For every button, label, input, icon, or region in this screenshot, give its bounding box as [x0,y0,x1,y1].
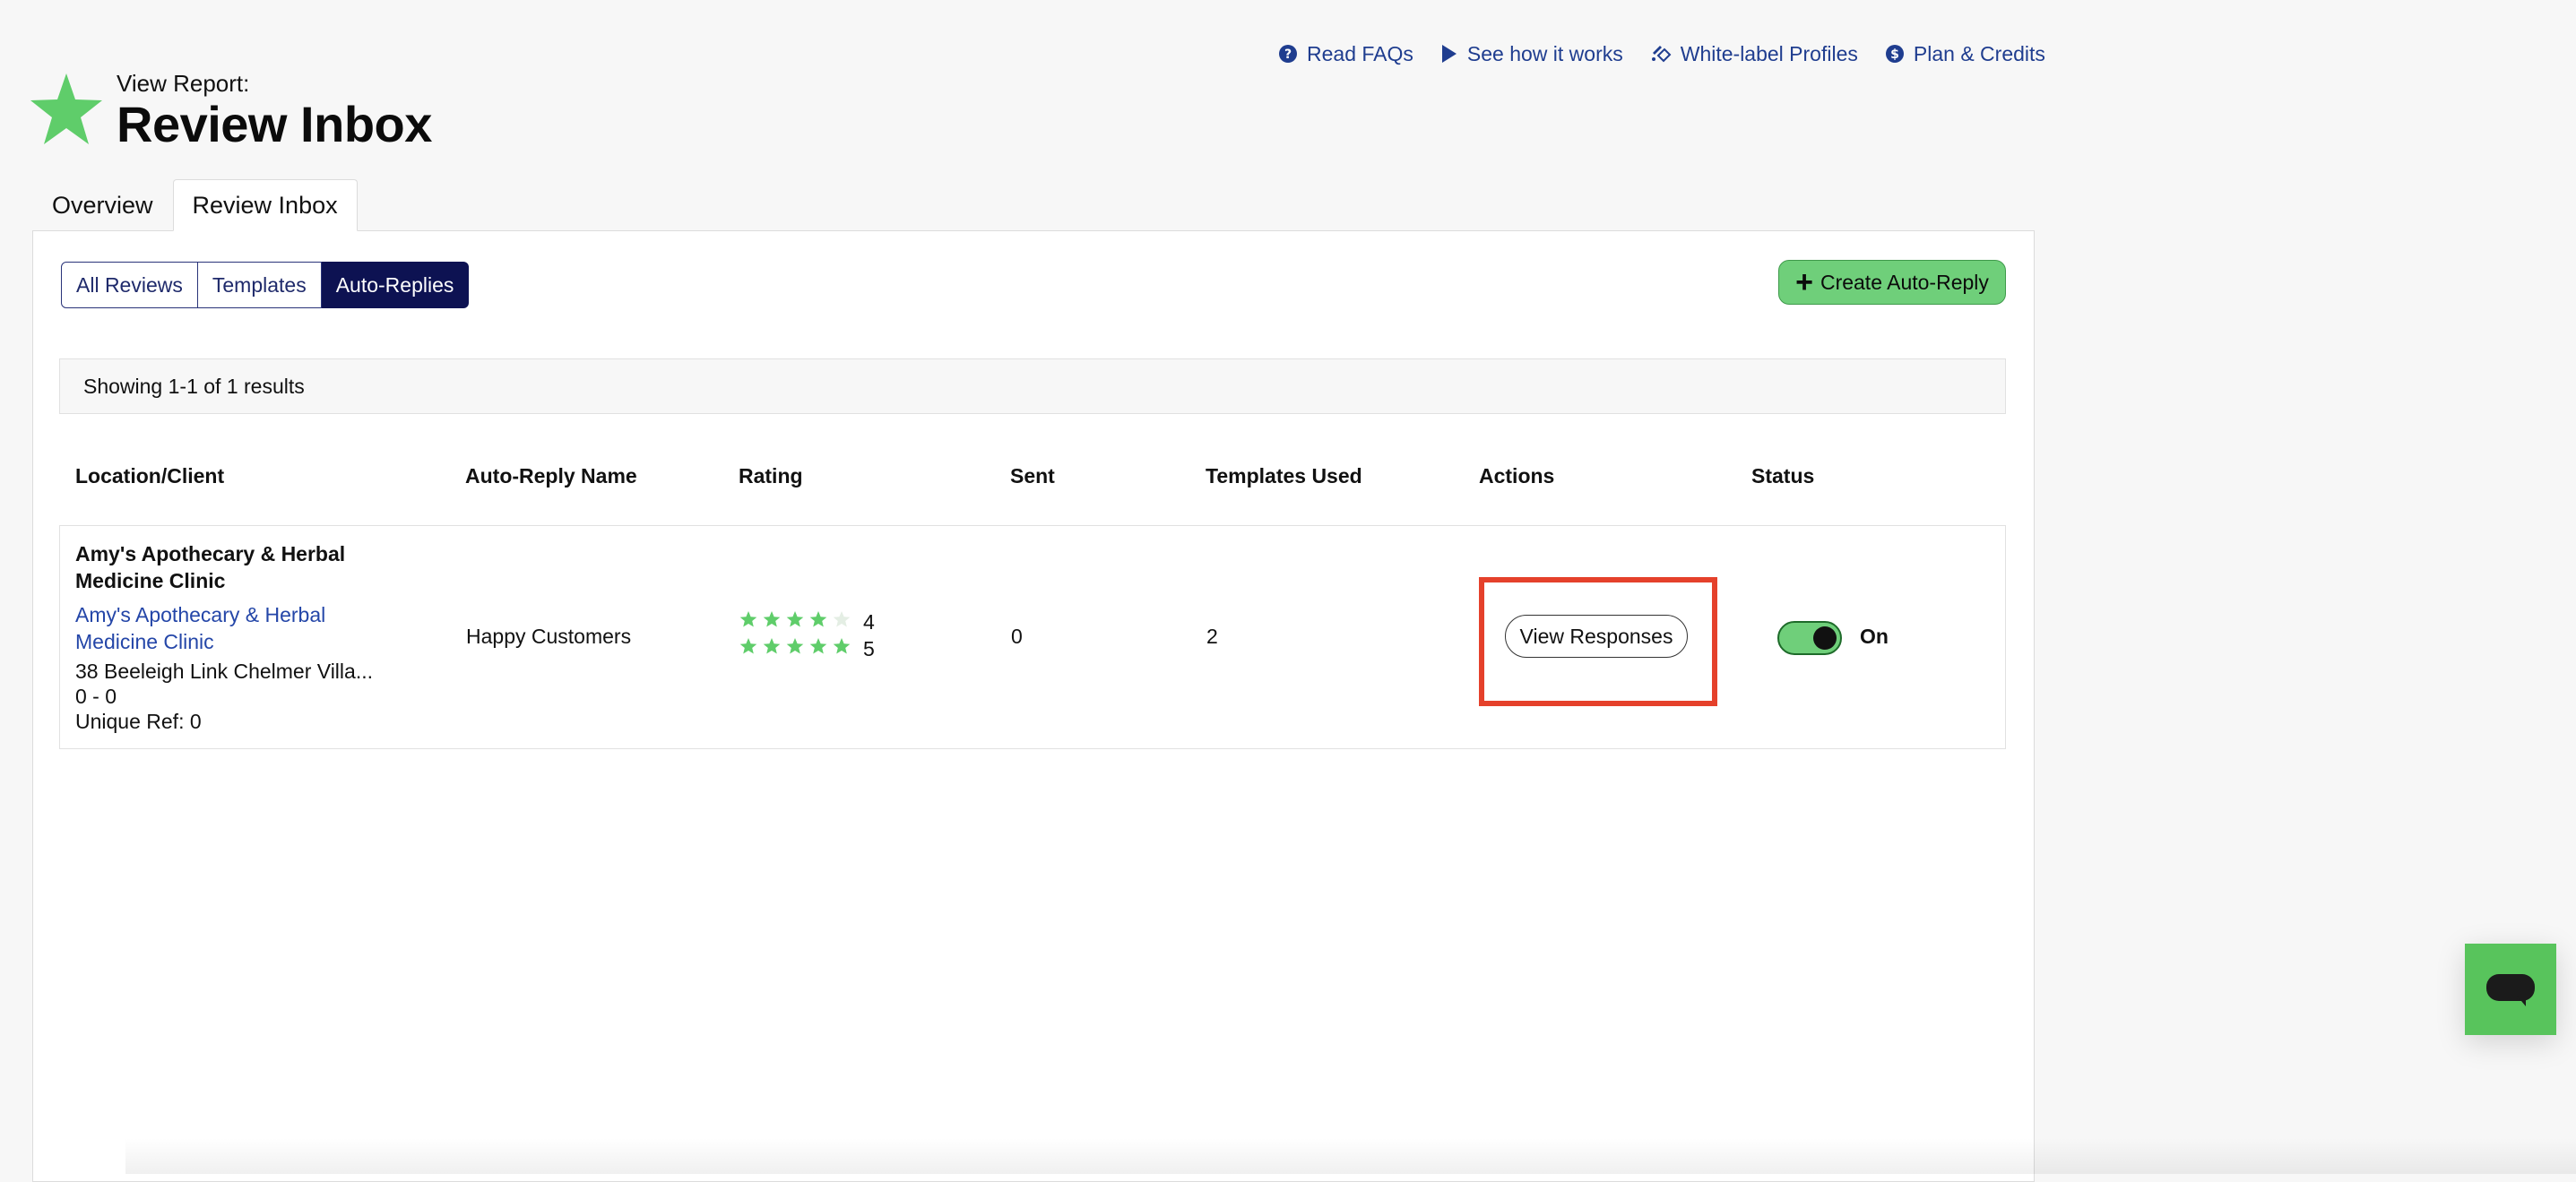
star-filled-icon [786,638,804,654]
see-how-it-works-label: See how it works [1466,41,1623,65]
segment-templates[interactable]: Templates [197,262,322,308]
location-name: Amy's Apothecary & Herbal Medicine Clini… [75,542,346,592]
chat-bubble-icon [2486,974,2535,1001]
white-label-profiles-link[interactable]: White-label Profiles [1650,42,1858,66]
top-links: ? Read FAQs See how it works White-label… [1278,38,2045,70]
plus-icon: + [1795,265,1813,299]
location-range: 0 - 0 [75,685,117,708]
paint-tag-icon [1651,46,1672,63]
read-faqs-label: Read FAQs [1307,41,1413,65]
create-auto-reply-label: Create Auto-Reply [1820,270,1989,294]
segment-auto-replies[interactable]: Auto-Replies [321,262,470,308]
column-header-auto-reply-name: Auto-Reply Name [465,464,637,487]
chat-bubble-tail [2517,996,2526,1006]
read-faqs-link[interactable]: ? Read FAQs [1278,42,1413,66]
rating-value: 4 [863,609,875,634]
star-filled-icon [739,638,757,654]
create-auto-reply-button[interactable]: + Create Auto-Reply [1778,260,2006,305]
unique-ref: Unique Ref: 0 [75,710,202,733]
chat-widget-button[interactable] [2465,944,2556,1035]
rating-cell: 4 5 [739,608,875,662]
svg-text:$: $ [1890,47,1899,62]
rating-line: 5 [739,635,875,662]
column-header-templates-used: Templates Used [1206,464,1362,487]
star-filled-icon [809,611,827,627]
star-filled-icon [763,638,781,654]
results-summary: Showing 1-1 of 1 results [59,358,2006,414]
play-icon [1441,45,1457,63]
location-link[interactable]: Amy's Apothecary & Herbal Medicine Clini… [75,601,380,655]
star-filled-icon [739,611,757,627]
star-empty-icon [833,611,851,627]
segment-all-reviews[interactable]: All Reviews [61,262,198,308]
page-title: Review Inbox [117,96,432,152]
plan-credits-link[interactable]: $ Plan & Credits [1885,42,2045,66]
tab-overview[interactable]: Overview [32,179,173,231]
stars-svg [739,611,851,627]
tab-bar: Overview Review Inbox [32,179,358,231]
see-how-it-works-link[interactable]: See how it works [1440,42,1623,66]
star-filled-icon [833,638,851,654]
star-filled-icon [809,638,827,654]
question-circle-icon: ? [1279,45,1297,63]
rating-line: 4 [739,608,875,635]
view-switcher: All Reviews Templates Auto-Replies [61,262,470,308]
view-responses-button[interactable]: View Responses [1505,615,1688,658]
dollar-circle-icon: $ [1885,45,1904,63]
star-filled-icon [786,611,804,627]
column-header-actions: Actions [1479,464,1555,487]
content-panel: All Reviews Templates Auto-Replies + Cre… [32,230,2035,1182]
templates-used-count: 2 [1206,625,1218,648]
star-filled-icon [763,611,781,627]
page-subtitle: View Report: [117,70,250,97]
table-row: Amy's Apothecary & Herbal Medicine Clini… [59,525,2006,749]
auto-reply-name: Happy Customers [466,625,632,648]
column-header-sent: Sent [1010,464,1055,487]
sent-count: 0 [1011,625,1023,648]
star-rating-4 [739,609,856,634]
star-icon [30,73,102,144]
column-header-status: Status [1751,464,1815,487]
location-address: 38 Beeleigh Link Chelmer Villa... [75,660,373,683]
white-label-profiles-label: White-label Profiles [1680,41,1858,65]
tab-review-inbox[interactable]: Review Inbox [172,179,358,231]
status-toggle[interactable] [1777,621,1842,655]
toggle-knob [1813,626,1837,650]
svg-text:?: ? [1284,47,1292,62]
column-header-location: Location/Client [75,464,225,487]
rating-value: 5 [863,636,875,660]
column-header-rating: Rating [739,464,803,487]
plan-credits-label: Plan & Credits [1913,41,2045,65]
stars-svg [739,638,851,654]
star-rating-5 [739,636,856,661]
bottom-shadow [125,1138,2576,1174]
status-label: On [1860,625,1889,648]
